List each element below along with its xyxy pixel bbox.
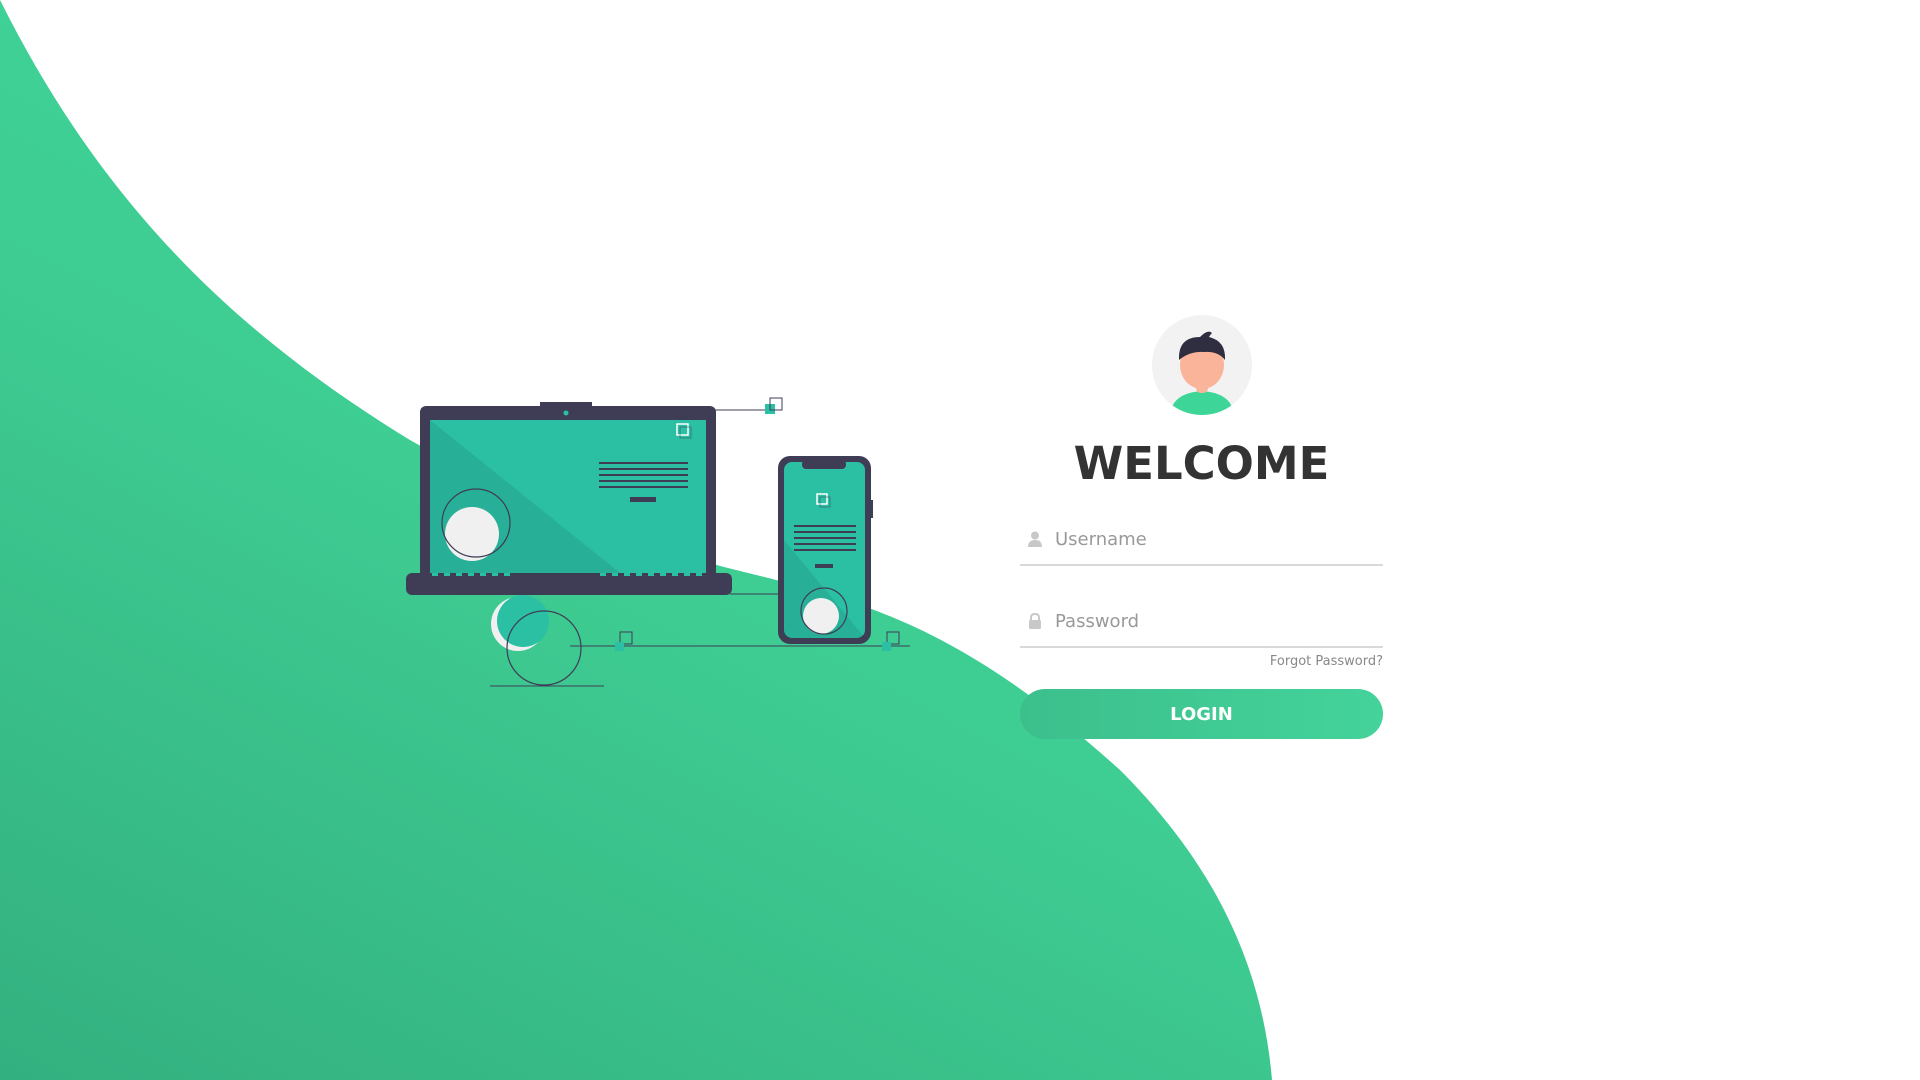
laptop-icon: [406, 402, 732, 595]
forgot-password-link[interactable]: Forgot Password?: [1270, 654, 1383, 669]
user-icon: [1025, 529, 1045, 549]
login-page: WELCOME Forgot Password? LOGIN: [0, 0, 1920, 1080]
background-wave: [0, 0, 1272, 1080]
password-input[interactable]: [1055, 610, 1365, 632]
username-field[interactable]: [1020, 514, 1383, 566]
user-avatar-icon: [1151, 315, 1252, 415]
welcome-title: WELCOME: [1073, 437, 1330, 490]
lock-icon: [1025, 611, 1045, 631]
login-button[interactable]: LOGIN: [1020, 689, 1383, 739]
login-form: WELCOME Forgot Password? LOGIN: [1020, 315, 1383, 739]
forgot-row: Forgot Password?: [1020, 654, 1383, 669]
node-square: [615, 642, 624, 651]
username-input[interactable]: [1055, 528, 1365, 550]
phone-icon: [730, 456, 873, 644]
laptop-and-phone-illustration: [406, 397, 910, 687]
node-square: [882, 642, 891, 651]
password-field[interactable]: [1020, 596, 1383, 648]
